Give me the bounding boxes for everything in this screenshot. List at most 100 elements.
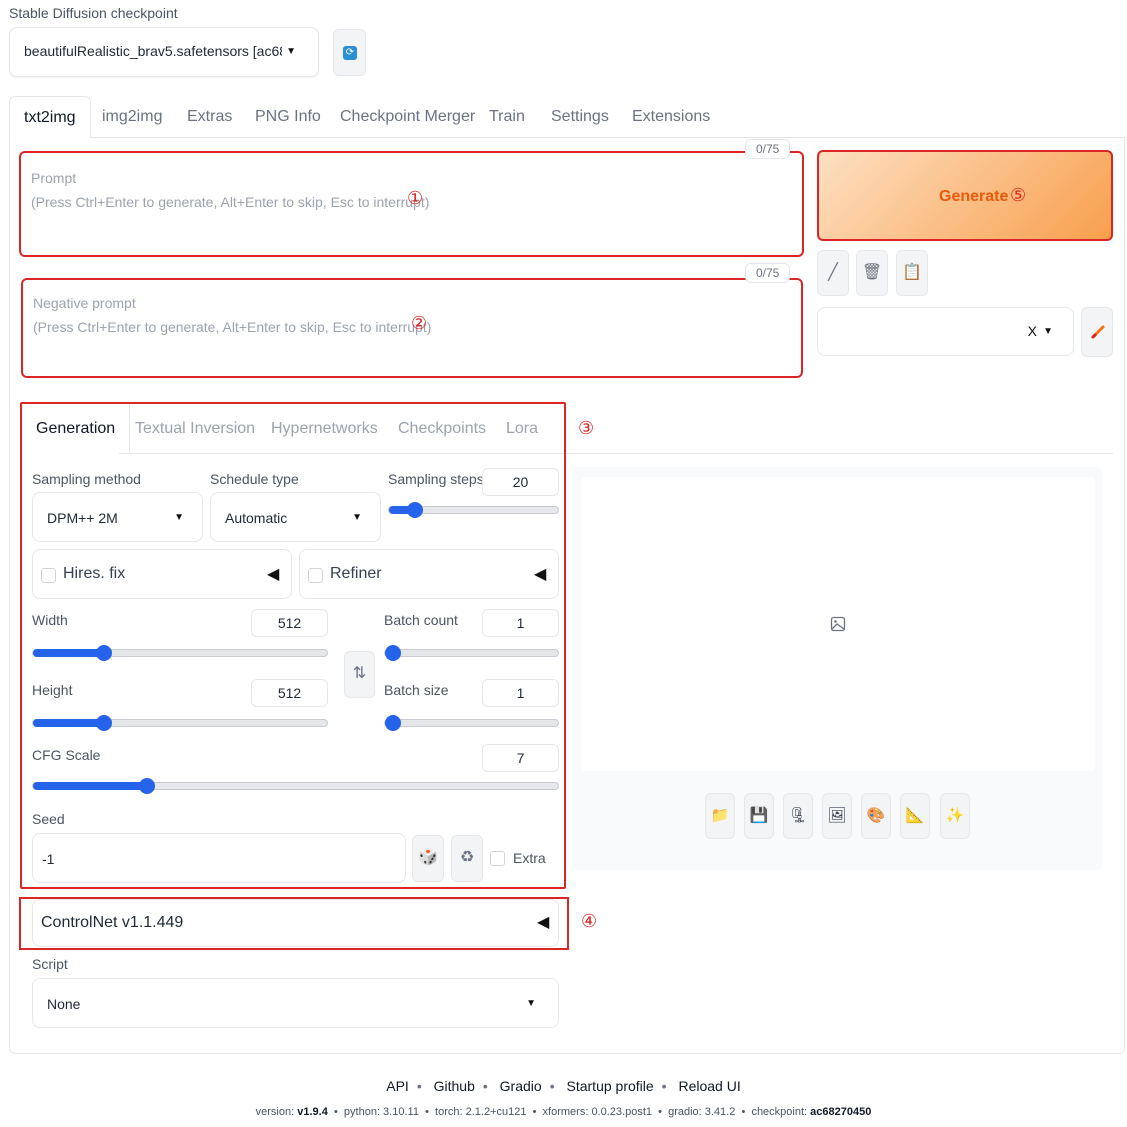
collapse-triangle-icon[interactable]: ◀ [267,564,279,584]
upscale-button[interactable]: ✨ [940,793,970,839]
sampling-method-value: DPM++ 2M [47,510,118,526]
clear-prompt-button[interactable]: 🗑 [856,250,888,296]
styles-dropdown[interactable]: X ▼ [817,307,1074,356]
hires-fix-checkbox[interactable] [41,568,56,583]
tab-generation[interactable]: Generation [22,404,131,454]
sampling-steps-label: Sampling steps [388,471,484,487]
extra-seed-checkbox[interactable] [490,851,505,866]
tab-textual-inversion[interactable]: Textual Inversion [135,404,255,454]
cfg-scale-label: CFG Scale [32,747,101,763]
collapse-triangle-icon[interactable]: ◀ [537,912,549,932]
tab-txt2img[interactable]: txt2img [9,96,91,138]
tab-checkpoints[interactable]: Checkpoints [398,404,486,454]
tab-extensions[interactable]: Extensions [632,96,710,138]
batch-size-input[interactable]: 1 [482,679,559,707]
send-to-inpaint-button[interactable]: 🎨 [861,793,891,839]
slider-thumb[interactable] [407,502,423,518]
output-divider [566,453,1113,454]
torch-version: torch: 2.1.2+cu121 [435,1106,527,1118]
annotation-5: ⑤ [1010,185,1027,205]
script-label: Script [32,956,68,972]
dice-icon: 🎲 [418,849,438,866]
negative-prompt-label: Negative prompt [33,295,136,311]
hires-fix-accordion[interactable]: Hires. fix ◀ [32,549,292,599]
height-slider[interactable] [32,715,328,731]
collapse-triangle-icon[interactable]: ◀ [534,564,546,584]
footer-link-reload-ui[interactable]: Reload UI [678,1078,740,1094]
cfg-scale-slider[interactable] [32,778,559,794]
picture-icon: 🖼 [827,807,847,824]
schedule-type-value: Automatic [225,510,288,526]
chevron-down-icon: ▼ [1043,326,1053,337]
sampling-method-dropdown[interactable]: DPM++ 2M ▼ [32,492,203,542]
sampling-steps-input[interactable]: 20 [482,468,559,496]
edit-styles-button[interactable] [1081,307,1113,357]
refiner-accordion[interactable]: Refiner ◀ [299,549,559,599]
slider-fill [33,719,105,727]
sampling-steps-slider[interactable] [388,502,559,518]
batch-count-slider[interactable] [384,645,559,661]
swap-dimensions-button[interactable]: ⇅ [344,651,375,698]
width-slider[interactable] [32,645,328,661]
annotation-4: ④ [581,911,598,931]
cfg-scale-input[interactable]: 7 [482,744,559,772]
slider-thumb[interactable] [385,715,401,731]
reuse-seed-button[interactable]: ♻ [451,835,483,882]
save-button[interactable]: 💾 [744,793,774,839]
annotation-2: ② [411,313,428,333]
clipboard-icon: 📋 [902,264,922,281]
refresh-icon: ⟳ [343,46,357,60]
subtab-divider [119,453,564,454]
slider-fill [33,782,149,790]
slider-thumb[interactable] [385,645,401,661]
seed-input[interactable]: -1 [32,833,406,883]
tab-train[interactable]: Train [489,96,525,138]
footer-link-gradio[interactable]: Gradio [500,1078,542,1094]
send-to-extras-button[interactable]: 📐 [900,793,930,839]
tab-settings[interactable]: Settings [551,96,609,138]
tab-checkpoint-merger[interactable]: Checkpoint Merger [340,96,475,138]
slider-thumb[interactable] [96,715,112,731]
batch-count-label: Batch count [384,612,458,628]
version-value: v1.9.4 [297,1106,328,1118]
extra-seed-label: Extra [513,850,546,866]
save-zip-button[interactable]: 🗜 [783,793,813,839]
tab-lora[interactable]: Lora [506,404,538,454]
read-params-button[interactable]: ╱ [817,250,849,296]
batch-count-input[interactable]: 1 [482,609,559,637]
send-to-img2img-button[interactable]: 🖼 [822,793,852,839]
script-dropdown[interactable]: None ▼ [32,978,559,1028]
generate-button[interactable]: Generate ⑤ [817,150,1113,241]
checkpoint-dropdown[interactable]: beautifulRealistic_brav5.safetensors [ac… [9,27,319,77]
footer-link-github[interactable]: Github [434,1078,475,1094]
slider-thumb[interactable] [96,645,112,661]
tab-hypernetworks[interactable]: Hypernetworks [271,404,378,454]
prompt-placeholder: (Press Ctrl+Enter to generate, Alt+Enter… [31,194,430,210]
hires-fix-label: Hires. fix [63,565,126,582]
seed-value: -1 [42,851,55,867]
sparkles-icon: ✨ [945,807,965,824]
open-folder-button[interactable]: 📁 [705,793,735,839]
controlnet-accordion[interactable]: ControlNet v1.1.449 ◀ [32,899,559,947]
folder-icon: 📁 [710,807,730,824]
batch-size-label: Batch size [384,682,449,698]
footer-versions: version: v1.9.4 • python: 3.10.11 • torc… [255,1106,872,1118]
tab-png-info[interactable]: PNG Info [255,96,321,138]
footer-link-startup-profile[interactable]: Startup profile [567,1078,654,1094]
tab-extras[interactable]: Extras [187,96,232,138]
clear-styles-icon[interactable]: X [1028,323,1037,339]
tab-img2img[interactable]: img2img [102,96,162,138]
version-label: version: [255,1106,295,1118]
recycle-icon: ♻ [459,849,475,866]
refresh-checkpoint-button[interactable]: ⟳ [333,29,366,76]
footer-link-api[interactable]: API [386,1078,409,1094]
width-input[interactable]: 512 [251,609,328,637]
apply-styles-button[interactable]: 📋 [896,250,928,296]
refiner-checkbox[interactable] [308,568,323,583]
random-seed-button[interactable]: 🎲 [412,835,444,882]
schedule-type-dropdown[interactable]: Automatic ▼ [210,492,381,542]
batch-size-slider[interactable] [384,715,559,731]
height-input[interactable]: 512 [251,679,328,707]
swap-arrows-icon: ⇅ [352,665,367,682]
slider-thumb[interactable] [139,778,155,794]
